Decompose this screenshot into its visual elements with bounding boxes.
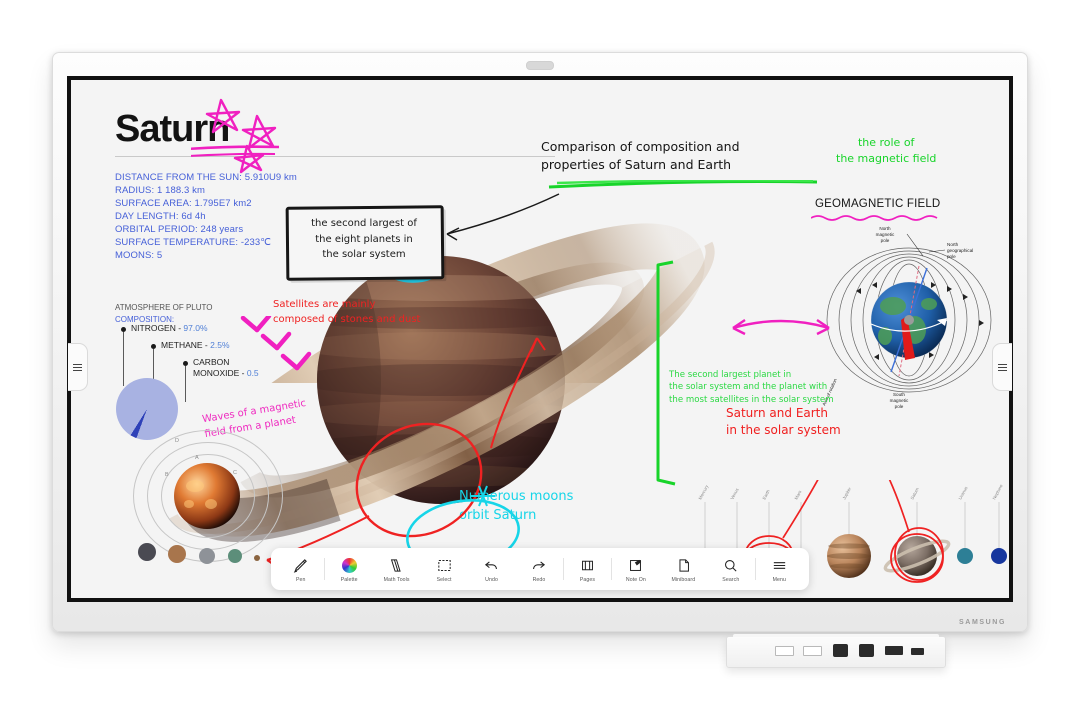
interactive-display-device: SAMSUNG Saturn DISTANCE FROM THE SUN: 5.…: [52, 52, 1028, 632]
svg-text:pole: pole: [895, 404, 904, 409]
svg-text:Neptune: Neptune: [991, 483, 1003, 500]
port-usb-1: [775, 646, 794, 656]
svg-text:North: North: [947, 242, 959, 247]
atmosphere-heading: ATMOSPHERE OF PLUTO COMPOSITION:: [115, 302, 213, 325]
tool-note-on[interactable]: Note On: [612, 548, 659, 590]
menu-icon: [73, 362, 82, 373]
left-handle-button[interactable]: [68, 343, 88, 391]
connector-panel: [726, 634, 946, 668]
tool-select[interactable]: Select: [420, 548, 467, 590]
whiteboard-toolbar[interactable]: Pen Palette Math Tools Select Undo Redo …: [271, 548, 809, 590]
leader-line: [123, 332, 124, 386]
tool-label: Select: [436, 576, 452, 583]
camera-module-icon: [526, 61, 554, 70]
tool-redo[interactable]: Redo: [515, 548, 562, 590]
svg-text:A: A: [195, 455, 199, 461]
tool-label: Undo: [485, 576, 498, 583]
search-icon: [722, 556, 739, 575]
green-role-annotation: the role of the magnetic field: [836, 136, 937, 165]
palette-icon: [341, 556, 357, 575]
port-service: [911, 648, 924, 655]
earth-magnetic-field-diagram: North magnetic pole North geographical p…: [821, 226, 992, 409]
moon-orbit-diagram: D A C B: [133, 430, 283, 570]
svg-text:magnetic: magnetic: [876, 232, 895, 237]
pink-stars-doodle: [191, 98, 280, 174]
geomagnetic-field-heading: GEOMAGNETIC FIELD: [815, 198, 941, 210]
pen-icon: [292, 556, 309, 575]
tool-label: Search: [722, 576, 740, 583]
svg-text:B: B: [165, 472, 169, 478]
display-screen: Saturn DISTANCE FROM THE SUN: 5.910U9 km…: [67, 76, 1013, 602]
svg-text:Mercury: Mercury: [697, 483, 709, 500]
svg-text:Mars: Mars: [793, 489, 802, 501]
redo-icon: [530, 556, 547, 575]
svg-text:magnetic: magnetic: [890, 398, 909, 403]
stat-moons: MOONS: 5: [115, 250, 163, 261]
svg-text:Saturn: Saturn: [909, 486, 920, 500]
svg-text:South: South: [893, 392, 905, 397]
svg-text:pole: pole: [881, 238, 890, 243]
math-tools-icon: [388, 556, 405, 575]
svg-text:D: D: [175, 438, 179, 444]
tool-label: Math Tools: [383, 576, 410, 583]
note-arrow-icon: [446, 193, 560, 241]
port-lan-1: [833, 644, 848, 657]
sticky-note-text: the second largest of the eight planets …: [311, 218, 417, 260]
svg-text:geographical: geographical: [947, 248, 973, 253]
port-hdmi: [885, 646, 903, 655]
stat-distance: DISTANCE FROM THE SUN: 5.910U9 km: [115, 172, 297, 183]
miniboard-icon: [675, 556, 692, 575]
brand-logo: SAMSUNG: [959, 619, 1006, 626]
tool-label: Menu: [772, 576, 786, 583]
title-divider: [115, 156, 555, 157]
tool-pen[interactable]: Pen: [277, 548, 324, 590]
headline-handwritten: Comparison of composition and properties…: [541, 139, 740, 173]
tool-pages[interactable]: Pages: [564, 548, 611, 590]
tool-label: Palette: [340, 576, 358, 583]
leader-line: [185, 366, 186, 402]
svg-text:Jupiter: Jupiter: [841, 486, 852, 500]
tool-palette[interactable]: Palette: [325, 548, 372, 590]
stat-orbital-period: ORBITAL PERIOD: 248 years: [115, 224, 244, 235]
whiteboard-canvas[interactable]: Saturn DISTANCE FROM THE SUN: 5.910U9 km…: [71, 80, 1009, 598]
tool-label: Pen: [295, 576, 306, 583]
svg-text:Venus: Venus: [729, 487, 740, 501]
green-underline-doodle: [548, 180, 818, 189]
svg-text:pole: pole: [947, 254, 956, 259]
stat-radius: RADIUS: 1 188.3 km: [115, 185, 205, 196]
atmosphere-heading-line1: ATMOSPHERE OF PLUTO: [115, 303, 213, 312]
stat-day-length: DAY LENGTH: 6d 4h: [115, 211, 206, 222]
svg-text:C: C: [233, 470, 237, 476]
port-usb-2: [803, 646, 822, 656]
composition-nitrogen: NITROGEN - 97.0%: [131, 323, 208, 333]
stat-surface-area: SURFACE AREA: 1.795E7 km2: [115, 198, 252, 209]
tool-math-tools[interactable]: Math Tools: [373, 548, 420, 590]
tool-search[interactable]: Search: [707, 548, 754, 590]
orbit-planet: D A C B: [138, 438, 260, 564]
tool-undo[interactable]: Undo: [468, 548, 515, 590]
svg-text:Earth: Earth: [761, 488, 771, 500]
tool-menu[interactable]: Menu: [756, 548, 803, 590]
menu-icon: [771, 556, 788, 575]
pages-icon: [579, 556, 596, 575]
svg-text:North: North: [879, 226, 891, 231]
menu-icon: [998, 362, 1007, 373]
right-handle-button[interactable]: [992, 343, 1012, 391]
tool-miniboard[interactable]: Miniboard: [660, 548, 707, 590]
red-saturn-earth-annotation: Saturn and Earth in the solar system: [726, 406, 841, 438]
magenta-double-arrow-icon: [732, 319, 830, 336]
undo-icon: [483, 556, 500, 575]
select-icon: [436, 556, 453, 575]
green-second-largest-annotation: The second largest planet in the solar s…: [669, 370, 834, 405]
tool-label: Note On: [625, 576, 646, 583]
tool-label: Pages: [579, 576, 596, 583]
svg-text:Uranus: Uranus: [957, 485, 968, 501]
note-on-icon: [627, 556, 644, 575]
tool-label: Redo: [532, 576, 546, 583]
port-lan-2: [859, 644, 874, 657]
stat-surface-temperature: SURFACE TEMPERATURE: -233℃: [115, 237, 271, 248]
tool-label: Miniboard: [671, 576, 696, 583]
